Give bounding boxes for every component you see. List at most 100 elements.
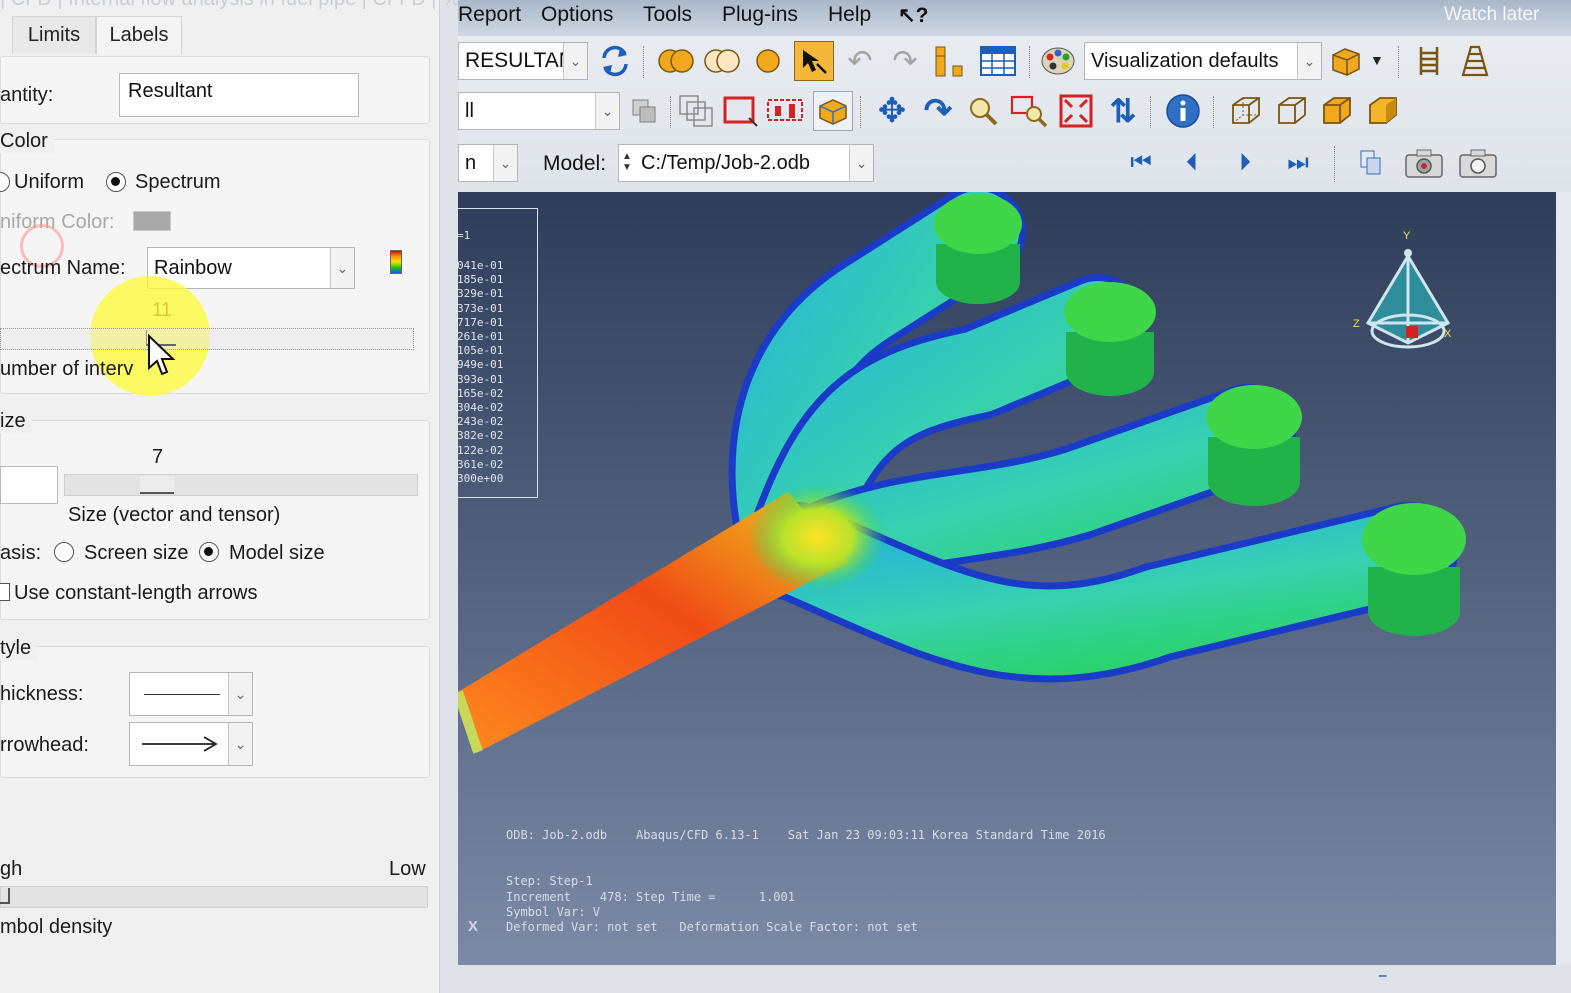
legend-value: 329e-01: [458, 287, 504, 301]
status-indicator-icon: ⁻: [1378, 969, 1388, 989]
chevron-down-icon: ⌄: [493, 145, 517, 181]
part-display-icon[interactable]: [813, 91, 853, 131]
ladder-icon[interactable]: [1409, 41, 1449, 81]
screen-size-label: Screen size: [84, 542, 189, 564]
pick-arrow-icon[interactable]: [794, 41, 834, 81]
wireframe-icon[interactable]: [1226, 91, 1266, 131]
filled-icon[interactable]: [1317, 91, 1357, 131]
uniform-color-swatch[interactable]: [133, 211, 171, 231]
module-select[interactable]: n ⌄: [458, 144, 518, 182]
undo-icon[interactable]: ↶: [840, 41, 880, 81]
toolbar-separator: [1029, 46, 1030, 78]
datum-icon[interactable]: [930, 41, 970, 81]
box-zoom-icon[interactable]: [1009, 91, 1049, 131]
legend-value: 041e-01: [458, 259, 504, 272]
model-path: C:/Temp/Job-2.odb: [641, 151, 810, 174]
screen-size-radio[interactable]: [54, 542, 74, 562]
legend-value: 243e-02: [458, 415, 504, 429]
menu-plugins[interactable]: Plug-ins: [722, 3, 798, 27]
size-group-title: ize: [0, 410, 32, 433]
color-group-title: Color: [0, 130, 54, 153]
model-select[interactable]: ▲ ▼ C:/Temp/Job-2.odb ⌄: [618, 144, 874, 182]
arrow-icon: [142, 736, 218, 752]
previous-frame-icon[interactable]: ⏴: [1172, 143, 1212, 183]
visualization-select[interactable]: Visualization defaults ⌄: [1084, 42, 1322, 80]
symbol-options-dialog: Limits Labels antity: Resultant Color Un…: [0, 0, 440, 993]
hidden-line-icon[interactable]: [1272, 91, 1312, 131]
tab-labels[interactable]: Labels: [96, 16, 182, 54]
set-circle-icon[interactable]: [748, 41, 788, 81]
legend-value: 185e-01: [458, 273, 504, 287]
field-output-select[interactable]: RESULTANT ⌄: [458, 42, 588, 80]
copy-to-clipboard-icon[interactable]: [1351, 143, 1391, 183]
first-frame-icon[interactable]: ⏮: [1119, 143, 1159, 183]
sync-icon[interactable]: [595, 41, 635, 81]
set-intersect-icon[interactable]: [702, 41, 742, 81]
quantity-label: antity:: [0, 84, 54, 106]
view-dropdown-icon[interactable]: ▼: [1370, 52, 1384, 68]
chevron-down-icon: ⌄: [1297, 43, 1321, 79]
pan-icon[interactable]: ✥: [872, 91, 912, 131]
menu-help[interactable]: Help: [828, 3, 871, 27]
spectrum-radio[interactable]: [106, 172, 126, 192]
render-select[interactable]: ll ⌄: [458, 92, 620, 130]
legend-box[interactable]: =1 041e-01 185e-01 329e-01 373e-01 717e-01 26…: [458, 208, 538, 498]
camera-icon[interactable]: [1404, 143, 1444, 183]
arrowhead-select[interactable]: ⌄: [129, 722, 253, 766]
visualization-value: Visualization defaults: [1091, 49, 1279, 72]
legend-value: 373e-01: [458, 301, 504, 315]
model-label: Model:: [543, 152, 607, 175]
context-help-icon[interactable]: ↖?: [898, 3, 928, 28]
menu-options[interactable]: Options: [541, 3, 613, 27]
query-info-icon[interactable]: [1163, 91, 1203, 131]
toolbar-separator: [1334, 146, 1335, 182]
intervals-slider[interactable]: [0, 328, 414, 350]
wireframe-stack-icon[interactable]: [676, 91, 716, 131]
constant-length-label: Use constant-length arrows: [14, 582, 258, 604]
size-field[interactable]: [0, 466, 58, 504]
shaded-icon[interactable]: [1363, 91, 1403, 131]
triad-x-label: X: [1444, 328, 1452, 340]
tab-limits[interactable]: Limits: [12, 16, 96, 54]
module-value: n: [465, 151, 477, 174]
density-caption: mbol density: [0, 916, 113, 938]
model-size-radio[interactable]: [199, 542, 219, 562]
zoom-icon[interactable]: [963, 91, 1003, 131]
constant-length-checkbox[interactable]: [0, 583, 10, 601]
camera-settings-icon[interactable]: [1458, 143, 1498, 183]
set-union-icon[interactable]: [656, 41, 696, 81]
redo-icon[interactable]: ↷: [885, 41, 925, 81]
menu-report[interactable]: Report: [458, 3, 521, 27]
legend-value: 165e-02: [458, 386, 504, 400]
menu-tools[interactable]: Tools: [643, 3, 692, 27]
toolbar-area: RESULTANT ⌄ ↶ ↷ Visualization defaults ⌄…: [458, 36, 1571, 192]
next-frame-icon[interactable]: ⏵: [1225, 143, 1265, 183]
watch-later-label[interactable]: Watch later: [1444, 4, 1539, 26]
probe-icon[interactable]: [765, 91, 805, 131]
select-box-icon[interactable]: [720, 91, 760, 131]
tower-icon[interactable]: [1455, 41, 1495, 81]
auto-fit-icon[interactable]: [1056, 91, 1096, 131]
quantity-field[interactable]: Resultant: [119, 73, 359, 117]
copy-icon[interactable]: [624, 91, 664, 131]
chevron-down-icon: ⌄: [595, 93, 619, 129]
size-slider-thumb[interactable]: [140, 476, 174, 494]
size-slider[interactable]: [64, 474, 418, 496]
spectrum-preview-icon[interactable]: [390, 250, 402, 274]
intervals-value: 11: [152, 300, 172, 321]
thickness-label: hickness:: [0, 683, 84, 705]
palette-icon[interactable]: [1038, 41, 1078, 81]
density-slider[interactable]: [0, 886, 428, 908]
density-slider-thumb[interactable]: [0, 888, 10, 904]
table-icon[interactable]: [978, 41, 1018, 81]
view-cube-icon[interactable]: [1326, 41, 1366, 81]
thickness-select[interactable]: ⌄: [129, 672, 253, 716]
model-viewport[interactable]: =1 041e-01 185e-01 329e-01 373e-01 717e-01 26…: [458, 192, 1556, 965]
legend-value: 949e-01: [458, 358, 504, 372]
cycle-views-icon[interactable]: ⇅: [1103, 91, 1143, 131]
rotate-icon[interactable]: ↷: [918, 91, 958, 131]
last-frame-icon[interactable]: ⏭: [1278, 143, 1318, 183]
legend-value: 105e-01: [458, 344, 504, 358]
legend-value: 717e-01: [458, 315, 504, 329]
mouse-pointer-icon: [148, 334, 176, 376]
